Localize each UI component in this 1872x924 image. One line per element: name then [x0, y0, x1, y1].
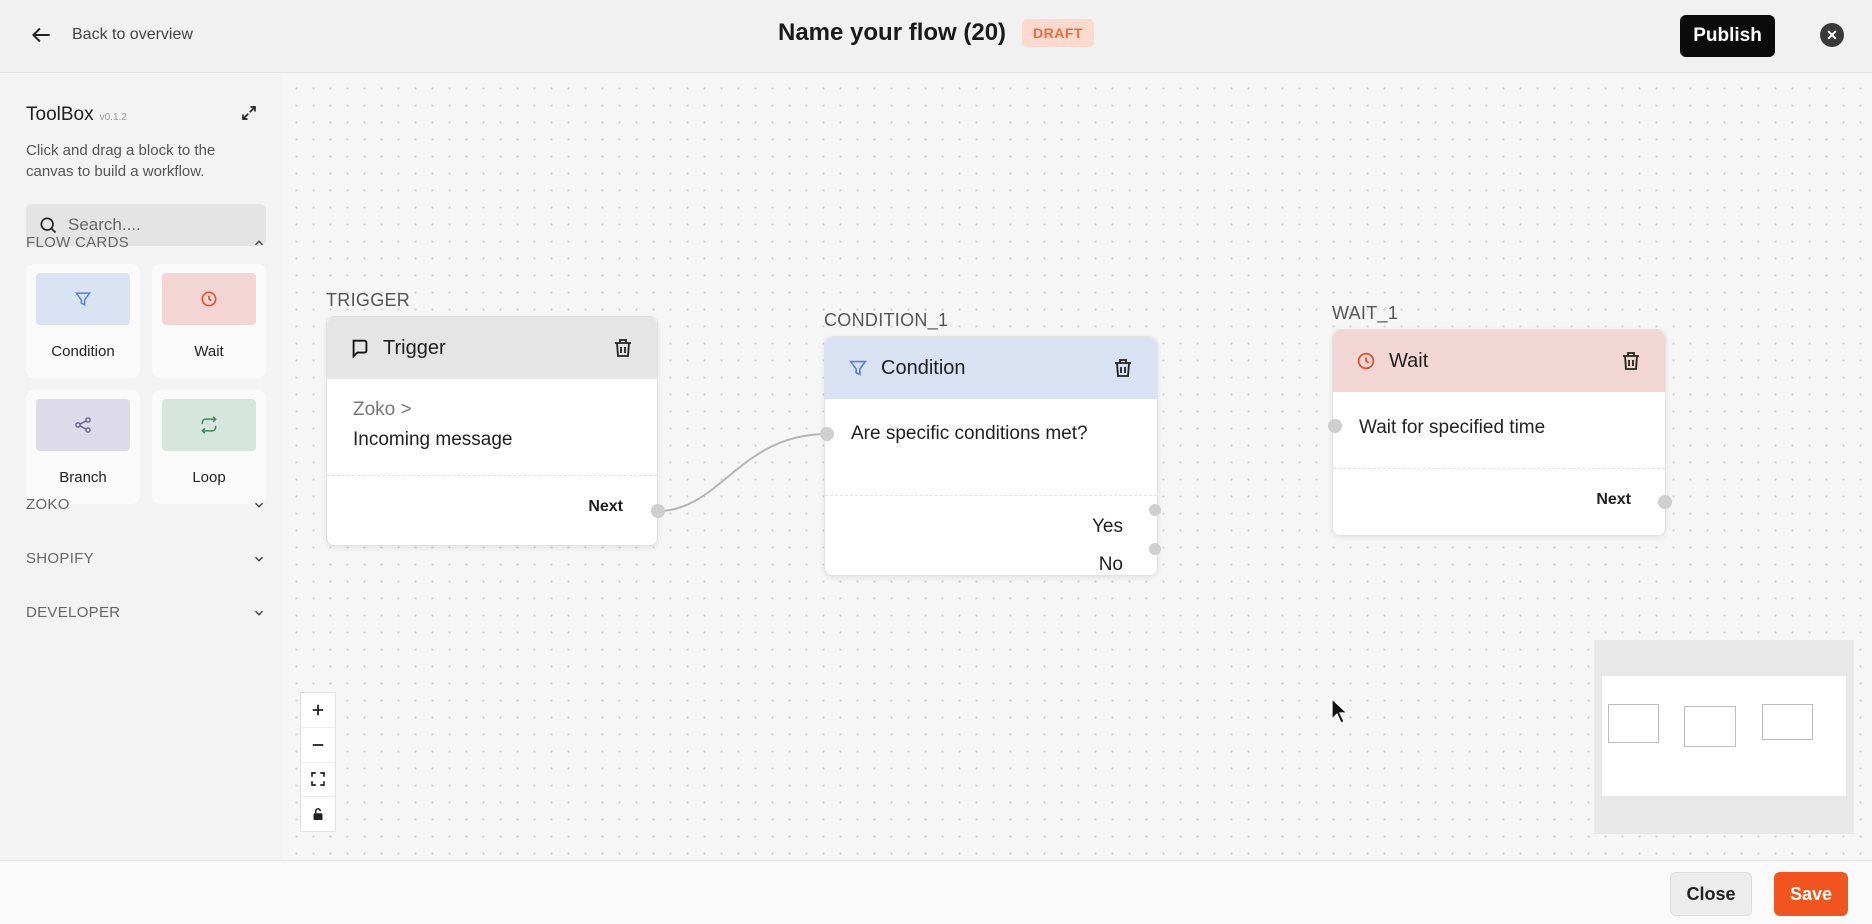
toolbox-header: ToolBox v0.1.2 — [26, 104, 127, 126]
node-header: Condition — [825, 337, 1157, 399]
node-header: Wait — [1333, 330, 1665, 392]
no-output-label: No — [1098, 554, 1123, 575]
filter-icon — [74, 292, 92, 307]
card-label: Wait — [194, 343, 224, 360]
yes-output-label: Yes — [1092, 516, 1123, 537]
trigger-node[interactable]: Trigger Zoko > Incoming message Next — [326, 316, 658, 546]
section-label: FLOW CARDS — [26, 234, 130, 251]
zoom-controls — [300, 692, 336, 832]
branch-icon — [75, 417, 91, 433]
node-id-label: CONDITION_1 — [824, 310, 949, 330]
toolbox-card-condition[interactable]: Condition — [26, 264, 140, 378]
plus-icon — [312, 704, 324, 716]
card-label: Condition — [51, 343, 115, 360]
minimap-node — [1762, 704, 1813, 740]
card-label: Branch — [59, 469, 107, 486]
chevron-down-icon — [254, 556, 264, 562]
toolbox-title: ToolBox — [26, 104, 94, 125]
toolbox-description: Click and drag a block to the canvas to … — [26, 142, 216, 180]
chevron-up-icon — [254, 239, 264, 245]
toolbox-card-wait[interactable]: Wait — [152, 264, 266, 378]
node-body: Are specific conditions met? — [825, 399, 1157, 495]
trigger-next-port[interactable] — [651, 504, 665, 518]
mouse-cursor-icon — [1331, 697, 1349, 724]
publish-button[interactable]: Publish — [1680, 15, 1775, 57]
trash-icon[interactable] — [1111, 356, 1135, 380]
node-header: Trigger — [327, 317, 657, 379]
minimap-viewport — [1602, 676, 1846, 796]
condition-node[interactable]: Condition Are specific conditions met? Y… — [824, 336, 1158, 576]
next-output-label: Next — [588, 498, 623, 515]
trash-icon[interactable] — [611, 336, 635, 360]
status-badge: DRAFT — [1022, 19, 1094, 47]
back-label: Back to overview — [72, 26, 193, 43]
wait-description: Wait for specified time — [1359, 417, 1546, 438]
loop-icon — [201, 416, 217, 434]
zoom-out-button[interactable] — [301, 728, 335, 763]
chevron-down-icon — [254, 610, 264, 616]
fit-view-button[interactable] — [301, 763, 335, 798]
section-label: ZOKO — [26, 496, 70, 513]
minimap-node — [1684, 706, 1736, 747]
search-icon — [40, 217, 57, 234]
chevron-down-icon — [254, 502, 264, 508]
wait-input-port[interactable] — [1328, 419, 1342, 433]
card-swatch — [162, 399, 256, 451]
save-button[interactable]: Save — [1774, 872, 1848, 916]
search-input[interactable] — [68, 215, 248, 235]
node-body: Zoko > Incoming message — [327, 379, 657, 475]
card-swatch — [162, 273, 256, 325]
section-label: SHOPIFY — [26, 550, 94, 567]
toolbox-card-loop[interactable]: Loop — [152, 390, 266, 504]
wait-next-port[interactable] — [1658, 495, 1672, 509]
node-title: Wait — [1389, 349, 1429, 372]
minus-icon — [312, 743, 324, 746]
fit-view-icon — [311, 772, 325, 787]
flow-cards-grid: Condition Wait Branch Loop — [26, 264, 266, 504]
clock-icon — [1357, 352, 1375, 370]
top-bar: Back to overview Name your flow (20) DRA… — [0, 0, 1872, 73]
zoom-in-button[interactable] — [301, 693, 335, 728]
node-id-label: WAIT_1 — [1332, 303, 1399, 323]
filter-icon — [849, 360, 867, 376]
section-zoko[interactable]: ZOKO — [26, 496, 266, 513]
node-body: Wait for specified time — [1333, 392, 1665, 468]
trigger-source: Zoko > — [353, 399, 412, 420]
section-developer[interactable]: DEVELOPER — [26, 604, 266, 621]
lock-icon — [313, 808, 323, 821]
section-shopify[interactable]: SHOPIFY — [26, 550, 266, 567]
close-icon[interactable]: ✕ — [1820, 23, 1844, 47]
condition-yes-port[interactable] — [1149, 504, 1161, 516]
flow-title-group: Name your flow (20) DRAFT — [778, 19, 1094, 47]
trash-icon[interactable] — [1619, 349, 1643, 373]
flow-title[interactable]: Name your flow (20) — [778, 19, 1006, 47]
minimap[interactable] — [1594, 640, 1854, 834]
back-to-overview-link[interactable]: Back to overview — [28, 22, 193, 48]
toolbox-card-branch[interactable]: Branch — [26, 390, 140, 504]
bottom-bar: Close Save — [0, 860, 1872, 924]
clock-icon — [201, 291, 217, 307]
condition-input-port[interactable] — [820, 427, 834, 441]
expand-icon[interactable] — [240, 104, 258, 122]
section-label: DEVELOPER — [26, 604, 121, 621]
minimap-node — [1608, 704, 1659, 743]
toolbox-sidebar: ToolBox v0.1.2 Click and drag a block to… — [0, 74, 282, 860]
condition-no-port[interactable] — [1149, 543, 1161, 555]
node-title: Condition — [881, 356, 966, 379]
node-id-label: TRIGGER — [326, 290, 411, 310]
condition-question: Are specific conditions met? — [851, 423, 1088, 444]
card-swatch — [36, 399, 130, 451]
lock-button[interactable] — [301, 797, 335, 831]
wait-node[interactable]: Wait Wait for specified time Next — [1332, 329, 1666, 536]
trigger-event: Incoming message — [353, 429, 513, 450]
section-flow-cards[interactable]: FLOW CARDS — [26, 234, 266, 251]
card-swatch — [36, 273, 130, 325]
arrow-left-icon — [32, 27, 50, 43]
message-icon — [352, 339, 368, 359]
card-label: Loop — [192, 469, 226, 486]
next-output-label: Next — [1596, 491, 1631, 508]
toolbox-version: v0.1.2 — [99, 112, 127, 123]
node-title: Trigger — [383, 336, 446, 359]
close-button[interactable]: Close — [1670, 872, 1752, 916]
